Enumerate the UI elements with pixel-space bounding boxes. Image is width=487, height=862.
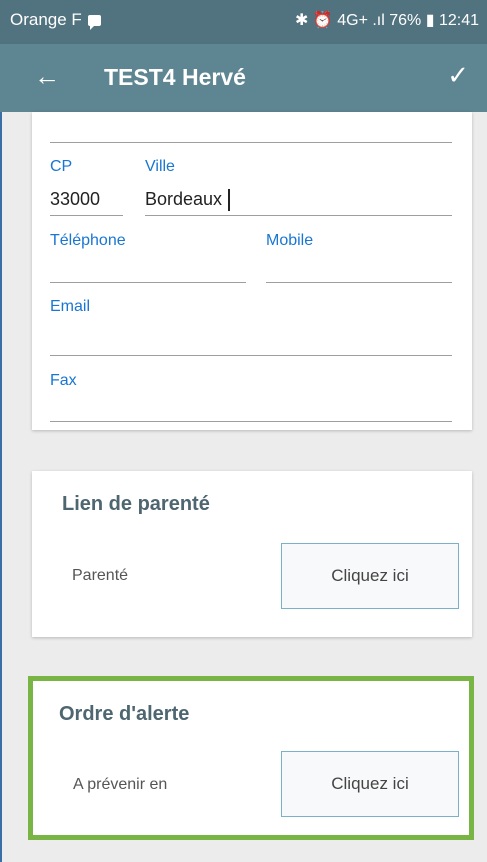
window-frame-edge — [0, 0, 2, 862]
lien-parente-card: Lien de parenté Parenté Cliquez ici — [32, 471, 472, 637]
ordre-alerte-title: Ordre d'alerte — [59, 703, 190, 725]
text-cursor — [228, 189, 231, 212]
fax-field[interactable] — [50, 397, 452, 421]
telephone-label: Téléphone — [50, 232, 126, 249]
ville-label: Ville — [145, 158, 175, 175]
parente-select-button[interactable]: Cliquez ici — [281, 543, 459, 609]
email-field[interactable] — [50, 326, 452, 350]
previous-field-underline — [50, 142, 452, 143]
alerte-select-button[interactable]: Cliquez ici — [281, 751, 459, 817]
parente-label: Parenté — [72, 567, 129, 584]
fax-underline — [50, 421, 452, 422]
carrier-name: Orange F — [10, 10, 101, 31]
confirm-check-icon[interactable]: ✓ — [447, 60, 469, 90]
mobile-label: Mobile — [266, 232, 314, 249]
page-title: TEST4 Hervé — [104, 64, 246, 90]
mobile-underline — [266, 282, 452, 283]
cp-field[interactable]: 33000 — [50, 189, 100, 210]
telephone-field[interactable] — [50, 258, 246, 282]
contact-card: CP 33000 Ville Bordeaux Téléphone Mobile… — [32, 112, 472, 430]
ville-field[interactable]: Bordeaux — [145, 189, 231, 212]
email-label: Email — [50, 298, 91, 315]
message-notification-icon — [87, 15, 101, 31]
cp-label: CP — [50, 158, 73, 175]
ville-underline — [145, 215, 452, 216]
status-bar: Orange F ✱ ⏰ 4G+ .ıl 76% ▮ 12:41 — [0, 0, 487, 44]
ordre-alerte-card: Ordre d'alerte A prévenir en Cliquez ici — [28, 676, 474, 840]
status-indicators: ✱ ⏰ 4G+ .ıl 76% ▮ 12:41 — [295, 12, 479, 29]
ville-value: Bordeaux — [145, 189, 223, 209]
app-bar: ← TEST4 Hervé ✓ — [0, 44, 487, 112]
back-arrow-icon[interactable]: ← — [34, 61, 60, 91]
lien-parente-title: Lien de parenté — [62, 493, 210, 515]
cp-underline — [50, 215, 123, 216]
prevenir-label: A prévenir en — [73, 776, 168, 793]
fax-label: Fax — [50, 372, 77, 389]
email-underline — [50, 355, 452, 356]
mobile-field[interactable] — [266, 258, 452, 282]
carrier-text: Orange F — [10, 10, 82, 29]
telephone-underline — [50, 282, 246, 283]
